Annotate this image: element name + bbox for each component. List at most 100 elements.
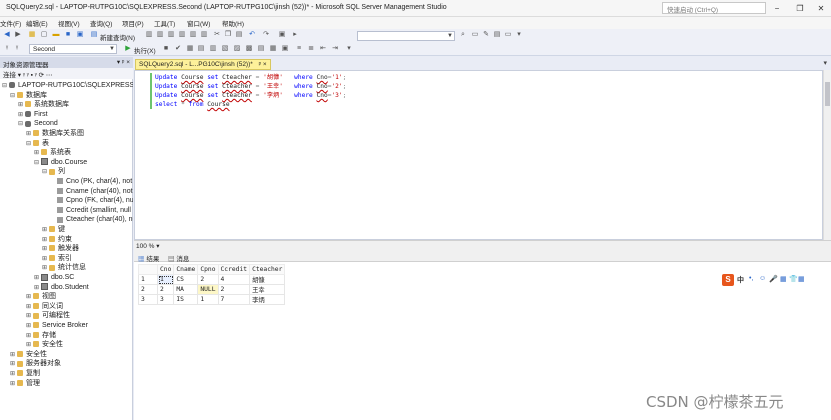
new-project-icon[interactable]: ▦ (28, 31, 36, 39)
tree-node[interactable]: ⊞ First (18, 110, 48, 119)
menu-view[interactable]: 视图(V) (58, 18, 80, 28)
tree-node[interactable]: ⊞ 可编程性 (26, 311, 70, 320)
open-file-icon[interactable]: ▢ (40, 31, 48, 39)
results-to-grid-icon[interactable]: ▦ (269, 45, 277, 53)
emoji-icon[interactable]: ☺ (759, 275, 766, 282)
collapse-icon[interactable]: ⊟ (34, 159, 41, 168)
table-cell[interactable]: 2 (197, 274, 219, 285)
table-cell[interactable]: 4 (217, 274, 251, 285)
collapse-icon[interactable]: ⊟ (26, 140, 33, 149)
analysis-query-icon[interactable]: ▥ (200, 31, 208, 39)
table-cell[interactable]: 1 (156, 274, 175, 285)
save-all-icon[interactable]: ▣ (76, 31, 84, 39)
tree-node[interactable]: ⊟ Second (18, 119, 58, 128)
menu-query[interactable]: 查询(Q) (90, 18, 112, 28)
paste-icon[interactable]: ▤ (235, 31, 243, 39)
restore-button[interactable]: ❐ (792, 2, 808, 15)
menu-file[interactable]: 文件(F) (0, 18, 21, 28)
mdx-query-icon[interactable]: ▥ (156, 31, 164, 39)
scrollbar-thumb[interactable] (825, 82, 830, 106)
results-grid[interactable]: Cno Cname Cpno Ccredit Cteacher 1 1 CS 2 4 胡慷… (138, 264, 286, 305)
tree-node[interactable]: Ccredit (smallint, null (50, 206, 131, 215)
tree-node[interactable]: ⊞ 系统数据库 (18, 100, 69, 109)
expand-icon[interactable]: ⊞ (10, 380, 17, 389)
increase-indent-icon[interactable]: ⇥ (331, 45, 339, 53)
punctuation-icon[interactable]: •, (749, 275, 753, 282)
xmla-query-icon[interactable]: ▥ (178, 31, 186, 39)
specify-values-icon[interactable]: ▾ (345, 45, 353, 53)
dmx-query-icon[interactable]: ▥ (167, 31, 175, 39)
dax-query-icon[interactable]: ▥ (189, 31, 197, 39)
tree-node[interactable]: ⊞ 安全性 (10, 350, 47, 359)
live-stats-icon[interactable]: ▨ (233, 45, 241, 53)
tree-node[interactable]: ⊞ Service Broker (26, 321, 88, 330)
minimize-button[interactable]: − (769, 2, 785, 15)
tree-node[interactable]: ⊟ 表 (26, 139, 49, 148)
voice-icon[interactable]: 🎤 (769, 275, 778, 283)
toolbox-grid-icon[interactable]: ▦ (798, 275, 805, 283)
tab-pin-close-icons[interactable]: ᵖ × (259, 61, 267, 68)
table-row[interactable]: 3 3 IS 1 7 李炳 (138, 294, 286, 305)
collapse-icon[interactable]: ⊟ (18, 120, 25, 129)
window-icon[interactable]: ▭ (504, 31, 512, 39)
tree-node[interactable]: ⊟ 列 (42, 167, 65, 176)
open-folder-icon[interactable]: ▬ (52, 31, 60, 39)
decrease-indent-icon[interactable]: ⇤ (319, 45, 327, 53)
undo-icon[interactable]: ↶ (248, 31, 256, 39)
table-cell[interactable]: 王幸 (249, 284, 286, 295)
tree-node[interactable]: Cname (char(40), not (50, 187, 133, 196)
tab-list-dropdown-icon[interactable]: ▾ (823, 59, 827, 67)
table-cell[interactable]: 3 (156, 294, 175, 305)
solution-config-icon[interactable]: ▣ (278, 31, 286, 39)
tree-node[interactable]: ⊞ 约束 (42, 235, 72, 244)
sql-editor[interactable]: Update Course set Cteacher = '胡慷' where … (134, 70, 823, 240)
results-to-file-icon[interactable]: ▣ (281, 45, 289, 53)
include-plan-icon[interactable]: ▧ (221, 45, 229, 53)
cut-icon[interactable]: ✂ (213, 31, 221, 39)
execute-button[interactable]: 执行(X) (134, 45, 156, 55)
back-icon[interactable]: ◀ (3, 31, 11, 39)
tree-node[interactable]: ⊞ dbo.Student (34, 283, 89, 292)
tools-icon[interactable]: ✎ (482, 31, 490, 39)
cancel-query-icon[interactable]: ■ (162, 45, 170, 53)
table-row[interactable]: 2 2 MA NULL 2 王幸 (138, 284, 286, 295)
column-header[interactable]: Cno (156, 264, 175, 275)
column-header[interactable]: Cpno (197, 264, 219, 275)
collapse-icon[interactable]: ⊟ (2, 82, 9, 91)
tree-node[interactable]: Cpno (FK, char(4), nul (50, 196, 133, 205)
new-query-button[interactable]: 新建查询(N) (100, 32, 135, 42)
tree-node[interactable]: ⊞ 键 (42, 225, 65, 234)
close-button[interactable]: ✕ (813, 2, 829, 15)
tree-node[interactable]: ⊞ 视图 (26, 292, 56, 301)
keyboard-icon[interactable]: ▦ (780, 275, 787, 283)
table-cell[interactable]: 胡慷 (249, 274, 286, 285)
quick-launch-input[interactable]: 快速启动 (Ctrl+Q) (662, 2, 766, 14)
tree-node[interactable]: ⊞ 服务器对象 (10, 359, 61, 368)
tree-node[interactable]: Cno (PK, char(4), not (50, 177, 132, 186)
copy-icon[interactable]: ❐ (224, 31, 232, 39)
collapse-icon[interactable]: ⊟ (42, 168, 49, 177)
db-engine-query-icon[interactable]: ▥ (145, 31, 153, 39)
new-query-icon[interactable]: ▤ (90, 31, 98, 39)
uncomment-icon[interactable]: ≣ (307, 45, 315, 53)
tree-node[interactable]: ⊞ 同义词 (26, 302, 63, 311)
tree-node[interactable]: ⊞ 安全性 (26, 340, 63, 349)
tree-node[interactable]: ⊞ 存储 (26, 331, 56, 340)
connect-icon[interactable]: ᵞ (13, 45, 21, 53)
find-icon[interactable]: ⌕ (459, 31, 467, 39)
table-cell[interactable]: IS (173, 294, 199, 305)
tree-node[interactable]: ⊞ 系统表 (34, 148, 71, 157)
sogou-logo-icon[interactable]: S (722, 274, 734, 286)
client-stats-icon[interactable]: ▩ (245, 45, 253, 53)
table-cell[interactable]: NULL (197, 284, 219, 295)
properties-icon[interactable]: ▭ (471, 31, 479, 39)
table-cell[interactable]: 李炳 (249, 294, 286, 305)
tree-node[interactable]: ⊞ 统计信息 (42, 263, 86, 272)
ime-mode-toggle[interactable]: 中 (737, 275, 744, 285)
panel-pin-close-icons[interactable]: ▾ ᵖ × (117, 58, 130, 66)
menu-window[interactable]: 窗口(W) (187, 18, 210, 28)
table-cell[interactable]: 1 (197, 294, 219, 305)
menu-help[interactable]: 帮助(H) (222, 18, 244, 28)
object-explorer-toolbar[interactable]: 连接 ▾ ᵞ ᵞ ▪ ᵞ ⟳ ⋯ (0, 68, 133, 79)
forward-icon[interactable]: ▶ (14, 31, 22, 39)
